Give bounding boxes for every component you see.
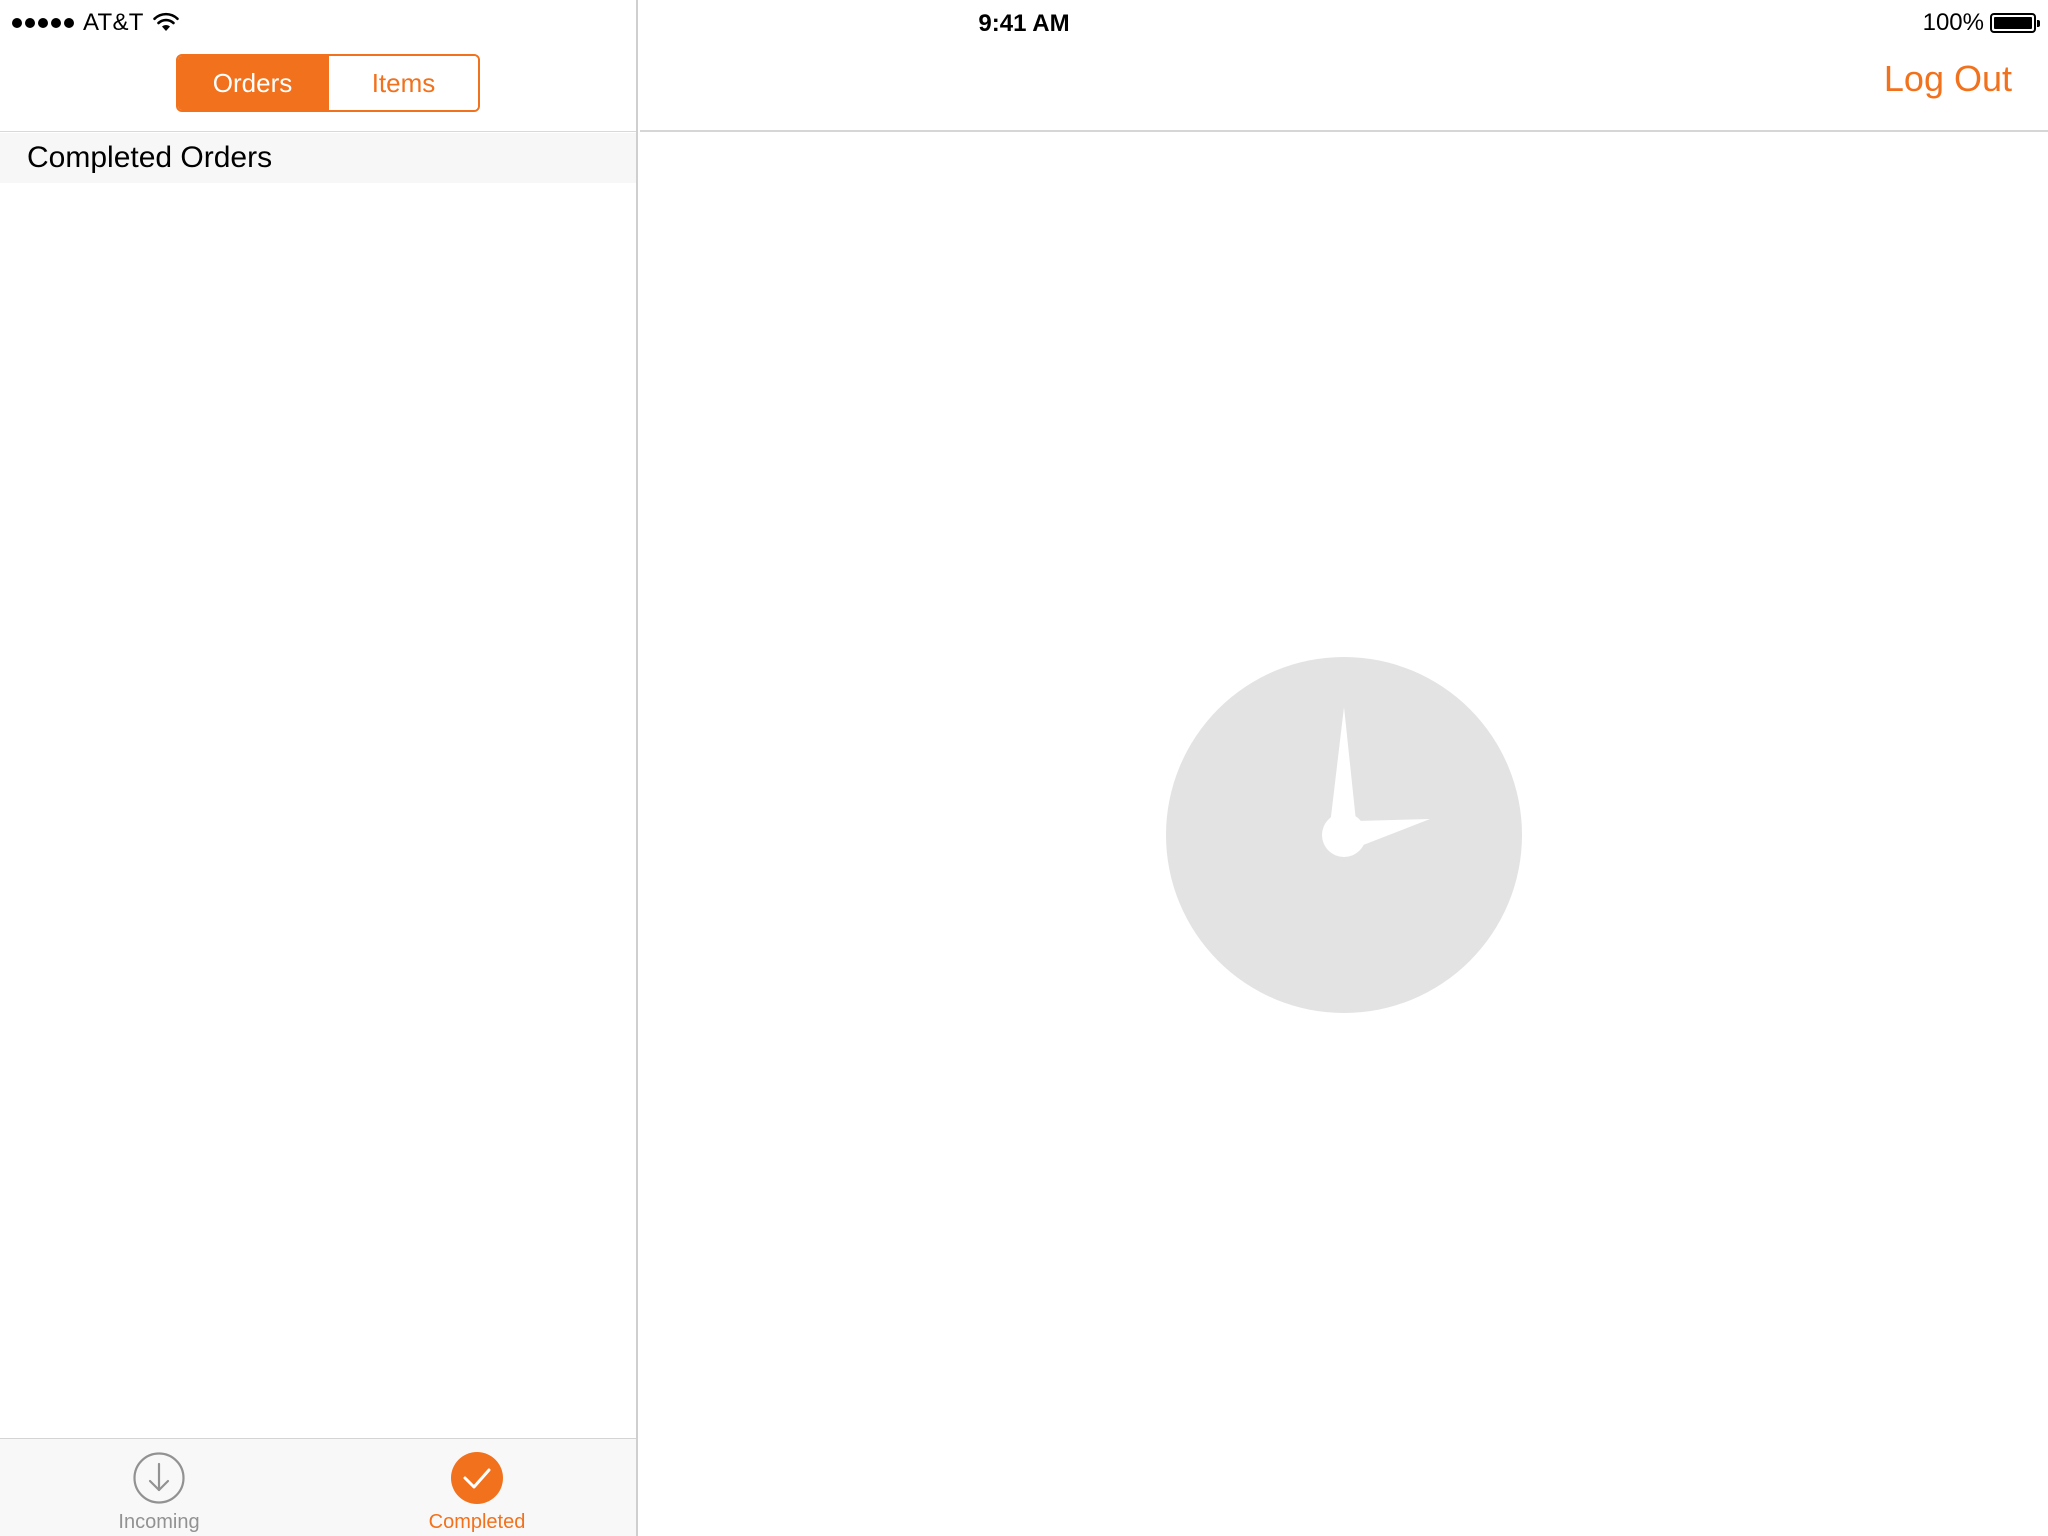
battery-percentage: 100% [1922, 9, 1984, 36]
detail-pane: Log Out [640, 0, 2048, 1536]
battery-fill [1994, 17, 2032, 29]
ipad-screen: Orders Items Completed Orders Incoming C… [0, 0, 2048, 1536]
log-out-button[interactable]: Log Out [1884, 58, 2012, 100]
clock-icon [1166, 657, 1522, 1013]
section-header-title: Completed Orders [27, 141, 273, 174]
checkmark-circle-icon [451, 1452, 503, 1504]
arrow-down-circle-icon [133, 1452, 185, 1504]
segment-orders[interactable]: Orders [178, 56, 327, 110]
tab-completed-label: Completed [428, 1511, 526, 1533]
master-pane: Orders Items Completed Orders Incoming C… [0, 0, 638, 1536]
tab-incoming[interactable]: Incoming [0, 1439, 318, 1536]
status-right: 100% [1922, 9, 2040, 36]
battery-icon [1990, 13, 2040, 33]
tab-bar: Incoming Completed [0, 1438, 636, 1536]
tab-incoming-label: Incoming [118, 1511, 200, 1533]
tab-completed[interactable]: Completed [318, 1439, 636, 1536]
orders-items-segmented-control: Orders Items [176, 54, 480, 112]
section-header: Completed Orders [0, 133, 636, 183]
segment-items[interactable]: Items [327, 56, 478, 110]
status-bar: AT&T 9:41 AM 100% [0, 0, 2048, 40]
status-time: 9:41 AM [978, 10, 1070, 37]
